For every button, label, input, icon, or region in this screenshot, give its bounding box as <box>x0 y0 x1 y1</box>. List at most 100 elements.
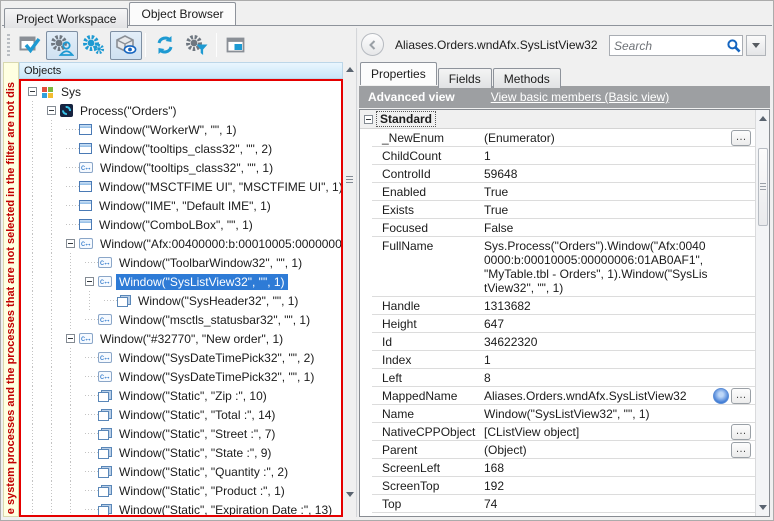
tab-fields[interactable]: Fields <box>438 68 492 88</box>
service-gears-button[interactable] <box>78 31 110 60</box>
ellipsis-button[interactable]: … <box>731 130 751 146</box>
collapse-node-icon[interactable] <box>85 277 94 286</box>
tree-item[interactable]: Window("Static", "Expiration Date :", 13… <box>21 500 341 517</box>
property-row[interactable]: FocusedFalse <box>360 219 755 237</box>
collapse-node-icon[interactable] <box>66 334 75 343</box>
tree-item[interactable]: Process("Orders") <box>21 101 341 120</box>
tree-item[interactable]: c↔Window("ToolbarWindow32", "", 1) <box>21 253 341 272</box>
search-options-dropdown[interactable] <box>746 35 766 56</box>
tree-scroll-thumb[interactable] <box>345 157 354 203</box>
object-visibility-button[interactable] <box>110 31 142 60</box>
property-value[interactable]: False <box>484 219 755 237</box>
tree-item[interactable]: Window("IME", "Default IME", 1) <box>21 196 341 215</box>
tree-item[interactable]: Window("MSCTFIME UI", "MSCTFIME UI", 1) <box>21 177 341 196</box>
property-row[interactable]: UnicodeFalse <box>360 513 755 516</box>
tree-item[interactable]: Window("Static", "Total :", 14) <box>21 405 341 424</box>
tree-item[interactable]: Window("ComboLBox", "", 1) <box>21 215 341 234</box>
dock-window-button[interactable] <box>220 31 252 60</box>
property-value[interactable]: 1313682 <box>484 297 755 315</box>
grid-scroll-thumb[interactable] <box>758 148 768 226</box>
grid-scroll-down-icon[interactable] <box>758 502 768 512</box>
back-button[interactable] <box>361 33 384 56</box>
basic-view-link[interactable]: View basic members (Basic view) <box>491 90 670 104</box>
property-row[interactable]: ControlId59648 <box>360 165 755 183</box>
panel-splitter[interactable] <box>356 28 358 517</box>
tree-item[interactable]: Window("Static", "Zip :", 10) <box>21 386 341 405</box>
tree-item[interactable]: Sys <box>21 82 341 101</box>
property-row[interactable]: NativeCPPObject[CListView object]… <box>360 423 755 441</box>
ellipsis-button[interactable]: … <box>731 388 751 404</box>
tree-item[interactable]: Window("Static", "State :", 9) <box>21 443 341 462</box>
property-value[interactable]: False <box>484 513 755 516</box>
tree-item[interactable]: Window("Static", "Product :", 1) <box>21 481 341 500</box>
property-row[interactable]: EnabledTrue <box>360 183 755 201</box>
property-value[interactable]: [CListView object] <box>484 423 755 441</box>
property-value[interactable]: Sys.Process("Orders").Window("Afx:004000… <box>484 237 755 297</box>
property-value[interactable]: 1 <box>484 351 755 369</box>
property-row[interactable]: Left8 <box>360 369 755 387</box>
collapse-node-icon[interactable] <box>66 239 75 248</box>
property-value[interactable]: Window("SysListView32", "", 1) <box>484 405 755 423</box>
tree-scroll-up-icon[interactable] <box>345 65 355 75</box>
checked-window-button[interactable] <box>14 31 46 60</box>
property-value[interactable]: 74 <box>484 495 755 513</box>
property-value[interactable]: 647 <box>484 315 755 333</box>
property-row[interactable]: ScreenLeft168 <box>360 459 755 477</box>
property-row[interactable]: Height647 <box>360 315 755 333</box>
refresh-button[interactable] <box>149 31 181 60</box>
property-group-header[interactable]: Standard <box>360 110 755 129</box>
property-row[interactable]: FullNameSys.Process("Orders").Window("Af… <box>360 237 755 297</box>
property-row[interactable]: Index1 <box>360 351 755 369</box>
tree-item[interactable]: Window("SysHeader32", "", 1) <box>21 291 341 310</box>
tab-object-browser[interactable]: Object Browser <box>129 2 235 25</box>
tab-project-workspace[interactable]: Project Workspace <box>4 8 128 28</box>
property-row[interactable]: Parent(Object)… <box>360 441 755 459</box>
collapse-group-icon[interactable] <box>364 115 373 124</box>
property-value[interactable]: 59648 <box>484 165 755 183</box>
grid-scroll-up-icon[interactable] <box>758 114 768 124</box>
collapse-node-icon[interactable] <box>28 87 37 96</box>
tree-item[interactable]: c↔Window("SysDateTimePick32", "", 2) <box>21 348 341 367</box>
collapse-node-icon[interactable] <box>47 106 56 115</box>
toolbar-grip[interactable] <box>7 34 10 56</box>
property-row[interactable]: Top74 <box>360 495 755 513</box>
search-icon[interactable] <box>726 38 742 54</box>
property-value[interactable]: (Object) <box>484 441 755 459</box>
property-row[interactable]: ChildCount1 <box>360 147 755 165</box>
property-value[interactable]: (Enumerator) <box>484 129 755 147</box>
tree-item[interactable]: c↔Window("SysListView32", "", 1) <box>21 272 341 291</box>
tree-item[interactable]: Window("Static", "Street :", 7) <box>21 424 341 443</box>
mapped-name-info-button[interactable] <box>713 388 729 404</box>
property-value[interactable]: True <box>484 201 755 219</box>
property-value[interactable]: 8 <box>484 369 755 387</box>
property-row[interactable]: Handle1313682 <box>360 297 755 315</box>
property-value[interactable]: 1 <box>484 147 755 165</box>
search-input[interactable] <box>610 37 726 54</box>
tree-item[interactable]: c↔Window("Afx:00400000:b:00010005:000000… <box>21 234 341 253</box>
property-row[interactable]: ExistsTrue <box>360 201 755 219</box>
tree-item[interactable]: c↔Window("tooltips_class32", "", 1) <box>21 158 341 177</box>
property-row[interactable]: Id34622320 <box>360 333 755 351</box>
tree-scroll-down-icon[interactable] <box>345 489 355 499</box>
filter-settings-button[interactable] <box>181 31 213 60</box>
property-value[interactable]: 34622320 <box>484 333 755 351</box>
tab-methods[interactable]: Methods <box>493 68 561 88</box>
property-value[interactable]: 168 <box>484 459 755 477</box>
property-row[interactable]: ScreenTop192 <box>360 477 755 495</box>
tree-item[interactable]: Window("tooltips_class32", "", 2) <box>21 139 341 158</box>
property-value[interactable]: 192 <box>484 477 755 495</box>
property-row[interactable]: MappedNameAliases.Orders.wndAfx.SysListV… <box>360 387 755 405</box>
tree-item[interactable]: Window("Static", "Quantity :", 2) <box>21 462 341 481</box>
user-process-gear-button[interactable] <box>46 31 78 60</box>
property-value[interactable]: True <box>484 183 755 201</box>
objects-header[interactable]: Objects <box>19 62 343 79</box>
property-row[interactable]: _NewEnum(Enumerator)… <box>360 129 755 147</box>
tree-item[interactable]: c↔Window("msctls_statusbar32", "", 1) <box>21 310 341 329</box>
ellipsis-button[interactable]: … <box>731 424 751 440</box>
ellipsis-button[interactable]: … <box>731 442 751 458</box>
property-row[interactable]: NameWindow("SysListView32", "", 1) <box>360 405 755 423</box>
tree-item[interactable]: c↔Window("SysDateTimePick32", "", 1) <box>21 367 341 386</box>
tab-properties[interactable]: Properties <box>360 62 437 85</box>
tree-item[interactable]: c↔Window("#32770", "New order", 1) <box>21 329 341 348</box>
tree-item[interactable]: Window("WorkerW", "", 1) <box>21 120 341 139</box>
